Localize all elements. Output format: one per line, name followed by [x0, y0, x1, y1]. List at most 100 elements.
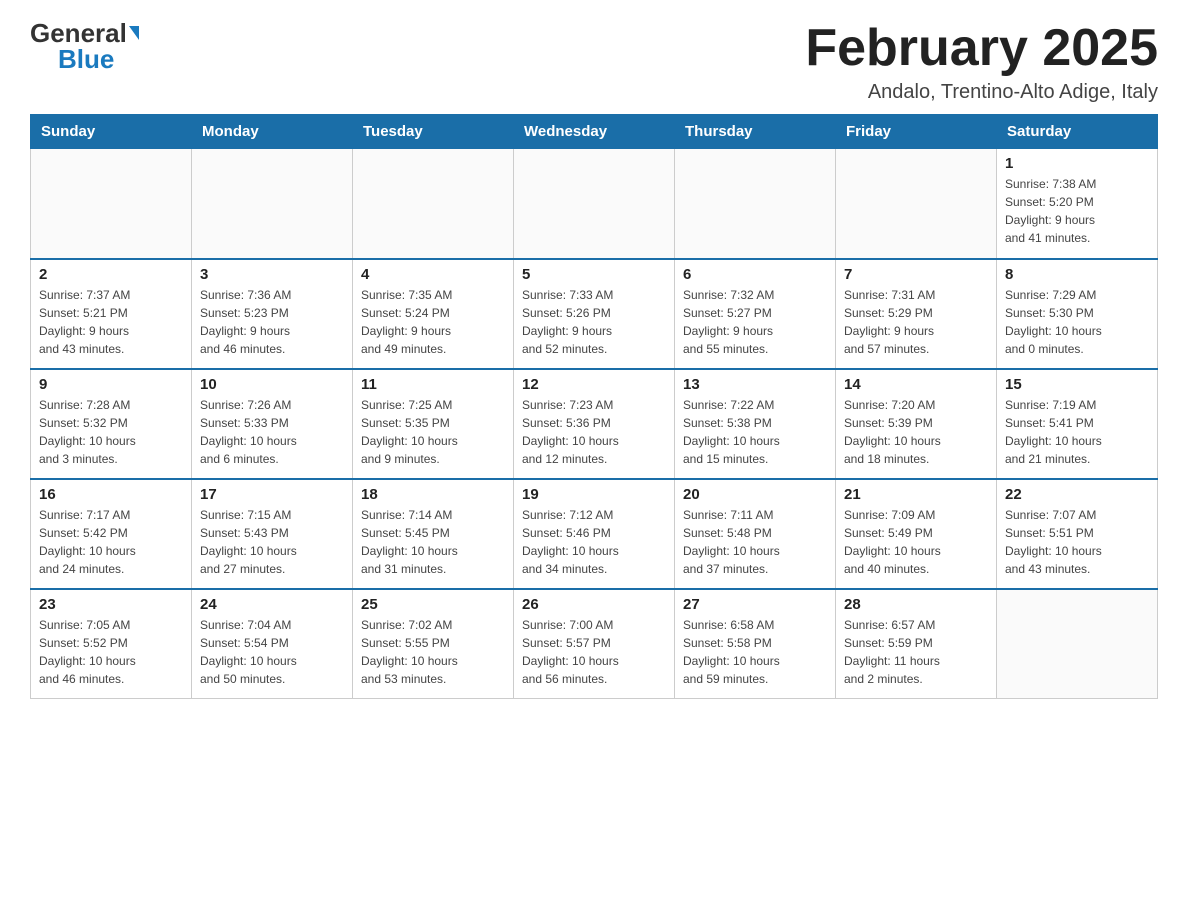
calendar-day-cell — [192, 149, 353, 259]
day-info: Sunrise: 6:57 AM Sunset: 5:59 PM Dayligh… — [844, 616, 988, 688]
day-info: Sunrise: 7:00 AM Sunset: 5:57 PM Dayligh… — [522, 616, 666, 688]
day-info: Sunrise: 6:58 AM Sunset: 5:58 PM Dayligh… — [683, 616, 827, 688]
month-title: February 2025 — [805, 20, 1158, 77]
day-number: 19 — [522, 486, 666, 503]
day-info: Sunrise: 7:37 AM Sunset: 5:21 PM Dayligh… — [39, 286, 183, 358]
weekday-header-monday: Monday — [192, 115, 353, 149]
day-number: 10 — [200, 376, 344, 393]
calendar-day-cell — [997, 589, 1158, 699]
day-number: 24 — [200, 596, 344, 613]
logo-blue-text: Blue — [58, 46, 114, 72]
calendar-day-cell: 3 Sunrise: 7:36 AM Sunset: 5:23 PM Daylig… — [192, 259, 353, 369]
calendar-week-row: 1 Sunrise: 7:38 AM Sunset: 5:20 PM Daylig… — [31, 149, 1158, 259]
calendar-day-cell — [514, 149, 675, 259]
day-info: Sunrise: 7:29 AM Sunset: 5:30 PM Dayligh… — [1005, 286, 1149, 358]
day-number: 21 — [844, 486, 988, 503]
calendar-day-cell — [353, 149, 514, 259]
day-info: Sunrise: 7:25 AM Sunset: 5:35 PM Dayligh… — [361, 396, 505, 468]
day-info: Sunrise: 7:09 AM Sunset: 5:49 PM Dayligh… — [844, 506, 988, 578]
calendar-day-cell: 13 Sunrise: 7:22 AM Sunset: 5:38 PM Dayli… — [675, 369, 836, 479]
calendar-table: SundayMondayTuesdayWednesdayThursdayFrid… — [30, 114, 1158, 699]
weekday-header-sunday: Sunday — [31, 115, 192, 149]
calendar-day-cell: 2 Sunrise: 7:37 AM Sunset: 5:21 PM Daylig… — [31, 259, 192, 369]
weekday-header-saturday: Saturday — [997, 115, 1158, 149]
day-info: Sunrise: 7:14 AM Sunset: 5:45 PM Dayligh… — [361, 506, 505, 578]
day-number: 22 — [1005, 486, 1149, 503]
day-number: 23 — [39, 596, 183, 613]
calendar-day-cell — [31, 149, 192, 259]
calendar-day-cell — [675, 149, 836, 259]
day-info: Sunrise: 7:07 AM Sunset: 5:51 PM Dayligh… — [1005, 506, 1149, 578]
day-number: 1 — [1005, 155, 1149, 172]
calendar-day-cell: 11 Sunrise: 7:25 AM Sunset: 5:35 PM Dayli… — [353, 369, 514, 479]
weekday-header-wednesday: Wednesday — [514, 115, 675, 149]
day-number: 20 — [683, 486, 827, 503]
title-block: February 2025 Andalo, Trentino-Alto Adig… — [805, 20, 1158, 104]
calendar-day-cell: 19 Sunrise: 7:12 AM Sunset: 5:46 PM Dayli… — [514, 479, 675, 589]
day-info: Sunrise: 7:32 AM Sunset: 5:27 PM Dayligh… — [683, 286, 827, 358]
calendar-week-row: 16Sunrise: 7:17 AM Sunset: 5:42 PM Dayli… — [31, 479, 1158, 589]
calendar-week-row: 2 Sunrise: 7:37 AM Sunset: 5:21 PM Daylig… — [31, 259, 1158, 369]
calendar-day-cell: 8 Sunrise: 7:29 AM Sunset: 5:30 PM Daylig… — [997, 259, 1158, 369]
weekday-header-thursday: Thursday — [675, 115, 836, 149]
calendar-day-cell: 10Sunrise: 7:26 AM Sunset: 5:33 PM Dayli… — [192, 369, 353, 479]
day-info: Sunrise: 7:22 AM Sunset: 5:38 PM Dayligh… — [683, 396, 827, 468]
day-number: 6 — [683, 266, 827, 283]
day-info: Sunrise: 7:36 AM Sunset: 5:23 PM Dayligh… — [200, 286, 344, 358]
calendar-day-cell: 18 Sunrise: 7:14 AM Sunset: 5:45 PM Dayli… — [353, 479, 514, 589]
logo: General Blue — [30, 20, 139, 72]
calendar-day-cell — [836, 149, 997, 259]
day-info: Sunrise: 7:20 AM Sunset: 5:39 PM Dayligh… — [844, 396, 988, 468]
day-number: 25 — [361, 596, 505, 613]
calendar-day-cell: 20Sunrise: 7:11 AM Sunset: 5:48 PM Dayli… — [675, 479, 836, 589]
day-number: 3 — [200, 266, 344, 283]
day-number: 13 — [683, 376, 827, 393]
calendar-day-cell: 7Sunrise: 7:31 AM Sunset: 5:29 PM Daylig… — [836, 259, 997, 369]
day-number: 15 — [1005, 376, 1149, 393]
calendar-week-row: 23 Sunrise: 7:05 AM Sunset: 5:52 PM Dayli… — [31, 589, 1158, 699]
location-text: Andalo, Trentino-Alto Adige, Italy — [805, 81, 1158, 104]
day-number: 9 — [39, 376, 183, 393]
calendar-day-cell: 16Sunrise: 7:17 AM Sunset: 5:42 PM Dayli… — [31, 479, 192, 589]
day-info: Sunrise: 7:04 AM Sunset: 5:54 PM Dayligh… — [200, 616, 344, 688]
weekday-header-friday: Friday — [836, 115, 997, 149]
day-number: 28 — [844, 596, 988, 613]
calendar-day-cell: 25 Sunrise: 7:02 AM Sunset: 5:55 PM Dayli… — [353, 589, 514, 699]
calendar-day-cell: 21 Sunrise: 7:09 AM Sunset: 5:49 PM Dayli… — [836, 479, 997, 589]
day-number: 8 — [1005, 266, 1149, 283]
calendar-day-cell: 26 Sunrise: 7:00 AM Sunset: 5:57 PM Dayli… — [514, 589, 675, 699]
day-number: 12 — [522, 376, 666, 393]
calendar-day-cell: 22 Sunrise: 7:07 AM Sunset: 5:51 PM Dayli… — [997, 479, 1158, 589]
day-number: 11 — [361, 376, 505, 393]
calendar-day-cell: 15 Sunrise: 7:19 AM Sunset: 5:41 PM Dayli… — [997, 369, 1158, 479]
day-number: 18 — [361, 486, 505, 503]
day-number: 7 — [844, 266, 988, 283]
day-info: Sunrise: 7:35 AM Sunset: 5:24 PM Dayligh… — [361, 286, 505, 358]
day-info: Sunrise: 7:12 AM Sunset: 5:46 PM Dayligh… — [522, 506, 666, 578]
calendar-day-cell: 27Sunrise: 6:58 AM Sunset: 5:58 PM Dayli… — [675, 589, 836, 699]
weekday-header-tuesday: Tuesday — [353, 115, 514, 149]
day-info: Sunrise: 7:19 AM Sunset: 5:41 PM Dayligh… — [1005, 396, 1149, 468]
calendar-day-cell: 5Sunrise: 7:33 AM Sunset: 5:26 PM Daylig… — [514, 259, 675, 369]
calendar-day-cell: 28 Sunrise: 6:57 AM Sunset: 5:59 PM Dayli… — [836, 589, 997, 699]
calendar-day-cell: 6 Sunrise: 7:32 AM Sunset: 5:27 PM Daylig… — [675, 259, 836, 369]
day-info: Sunrise: 7:05 AM Sunset: 5:52 PM Dayligh… — [39, 616, 183, 688]
day-info: Sunrise: 7:02 AM Sunset: 5:55 PM Dayligh… — [361, 616, 505, 688]
calendar-day-cell: 24 Sunrise: 7:04 AM Sunset: 5:54 PM Dayli… — [192, 589, 353, 699]
day-info: Sunrise: 7:33 AM Sunset: 5:26 PM Dayligh… — [522, 286, 666, 358]
day-info: Sunrise: 7:28 AM Sunset: 5:32 PM Dayligh… — [39, 396, 183, 468]
day-info: Sunrise: 7:23 AM Sunset: 5:36 PM Dayligh… — [522, 396, 666, 468]
day-info: Sunrise: 7:15 AM Sunset: 5:43 PM Dayligh… — [200, 506, 344, 578]
day-number: 2 — [39, 266, 183, 283]
calendar-day-cell: 4Sunrise: 7:35 AM Sunset: 5:24 PM Daylig… — [353, 259, 514, 369]
calendar-day-cell: 14 Sunrise: 7:20 AM Sunset: 5:39 PM Dayli… — [836, 369, 997, 479]
day-info: Sunrise: 7:17 AM Sunset: 5:42 PM Dayligh… — [39, 506, 183, 578]
day-number: 17 — [200, 486, 344, 503]
day-number: 26 — [522, 596, 666, 613]
day-number: 14 — [844, 376, 988, 393]
logo-general-text: General — [30, 20, 127, 46]
page-header: General Blue February 2025 Andalo, Trent… — [30, 20, 1158, 104]
day-info: Sunrise: 7:38 AM Sunset: 5:20 PM Dayligh… — [1005, 175, 1149, 247]
calendar-day-cell: 17 Sunrise: 7:15 AM Sunset: 5:43 PM Dayli… — [192, 479, 353, 589]
calendar-day-cell: 12 Sunrise: 7:23 AM Sunset: 5:36 PM Dayli… — [514, 369, 675, 479]
